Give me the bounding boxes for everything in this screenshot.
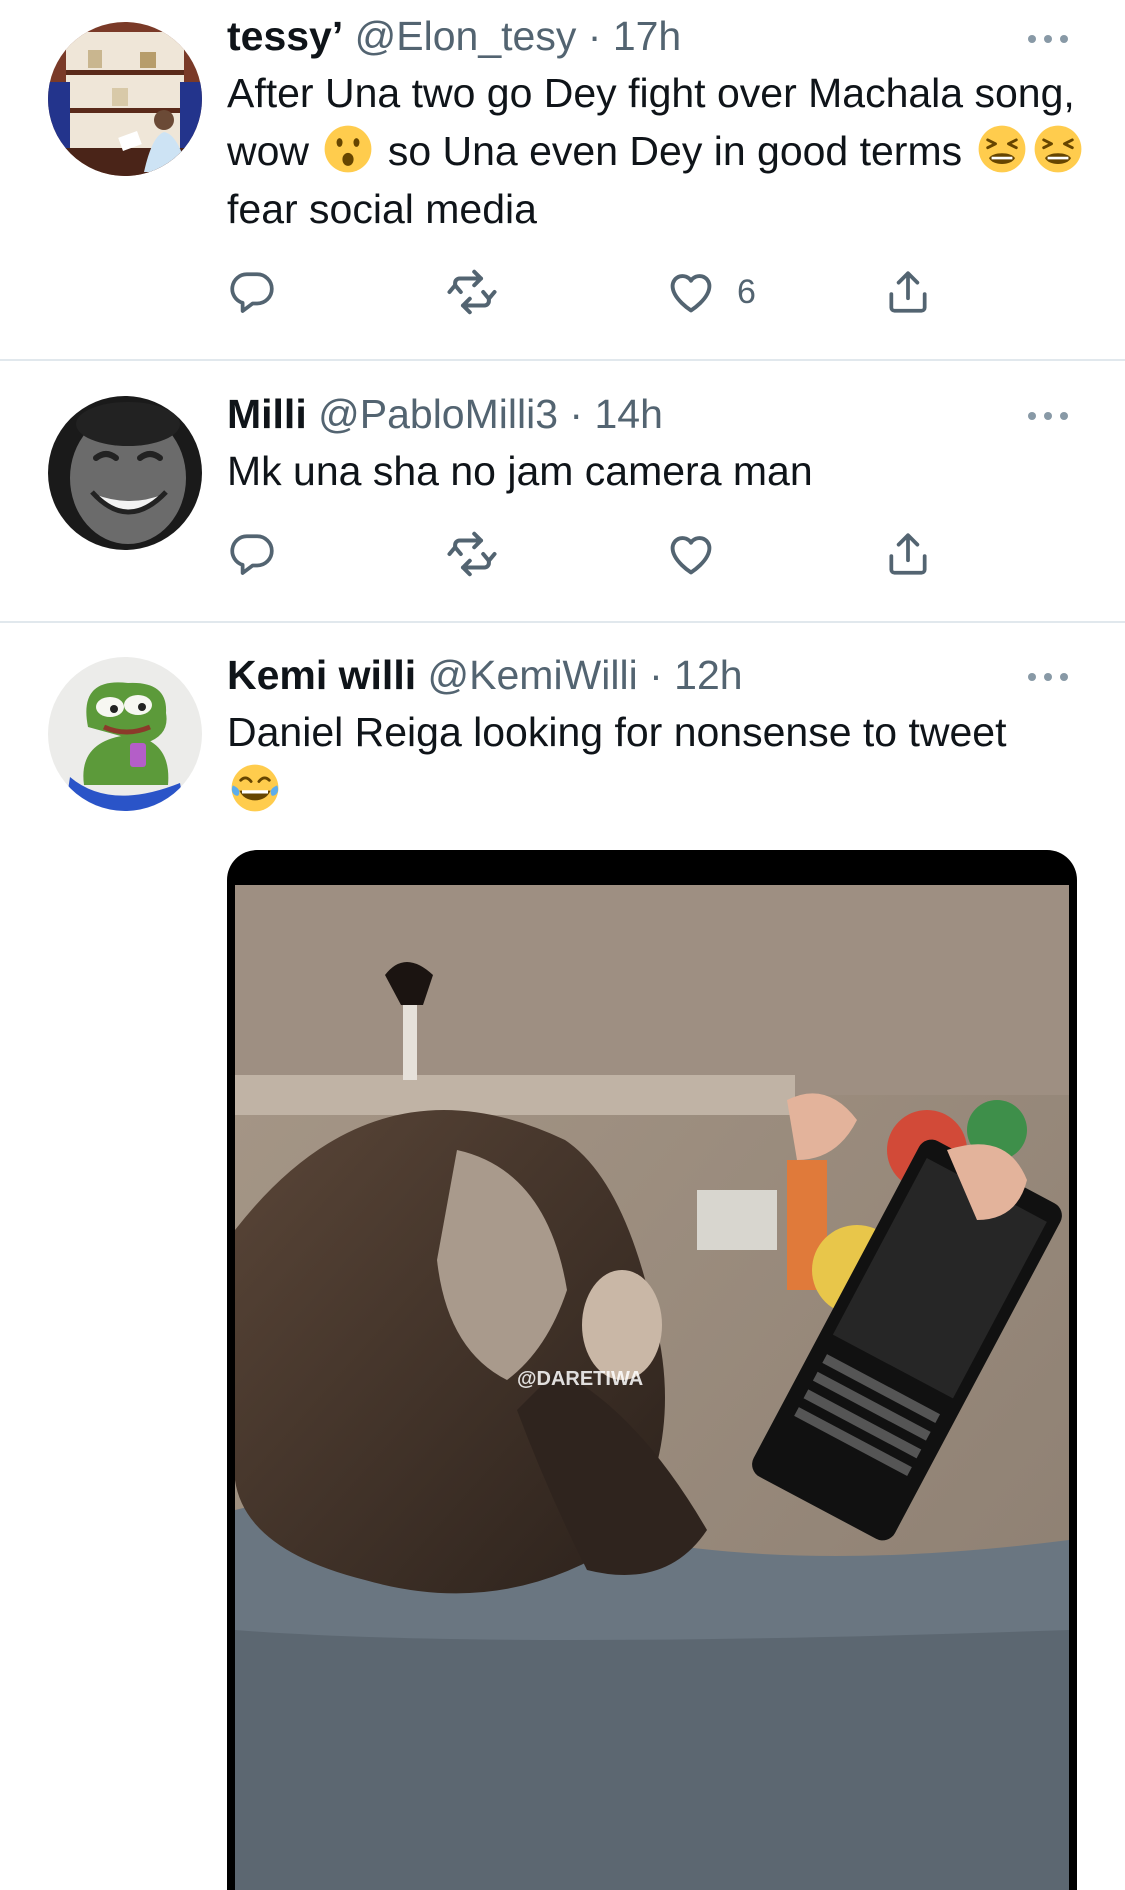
heart-icon — [665, 266, 717, 318]
retweet-button[interactable] — [445, 524, 499, 584]
display-name[interactable]: Milli — [227, 391, 307, 437]
more-icon[interactable] — [1023, 24, 1073, 54]
display-name[interactable]: tessy’ — [227, 13, 343, 59]
tears-of-joy-emoji — [229, 762, 281, 814]
user-handle[interactable]: @PabloMilli3 — [318, 391, 558, 437]
share-icon — [883, 529, 933, 579]
display-name[interactable]: Kemi willi — [227, 652, 416, 698]
reply-button[interactable] — [227, 524, 277, 584]
tweet-text-part: so Una even Dey in good terms — [376, 128, 974, 174]
user-handle[interactable]: @KemiWilli — [428, 652, 638, 698]
avatar-image — [48, 657, 202, 811]
separator-dot: · — [587, 13, 602, 59]
share-icon — [883, 267, 933, 317]
video-frame-image: @DARETIWA — [235, 885, 1069, 1890]
reply-button[interactable] — [227, 262, 277, 322]
separator-dot: · — [569, 391, 584, 437]
hushed-face-emoji — [322, 123, 374, 175]
like-button[interactable]: 6 — [665, 262, 756, 322]
share-button[interactable] — [883, 262, 933, 322]
retweet-icon — [445, 527, 499, 581]
tweet-actions: 6 — [227, 262, 947, 322]
like-button[interactable] — [665, 524, 737, 584]
more-icon[interactable] — [1023, 401, 1073, 431]
tweet-text: After Una two go Dey fight over Machala … — [227, 64, 1097, 238]
tweet-2[interactable]: Milli @PabloMilli3 · 14h Mk una sha no j… — [0, 361, 1125, 621]
share-button[interactable] — [883, 524, 933, 584]
avatar[interactable] — [48, 22, 202, 176]
avatar-image — [48, 22, 202, 176]
tweet-header: tessy’ @Elon_tesy · 17h — [227, 10, 1065, 62]
tweet-1[interactable]: tessy’ @Elon_tesy · 17h After Una two go… — [0, 0, 1125, 360]
avatar[interactable] — [48, 657, 202, 811]
user-handle[interactable]: @Elon_tesy — [355, 13, 577, 59]
tweet-actions — [227, 524, 947, 584]
reply-icon — [227, 267, 277, 317]
like-count: 6 — [737, 272, 756, 311]
timestamp[interactable]: 12h — [674, 652, 742, 698]
tweet-header: Kemi willi @KemiWilli · 12h — [227, 649, 1065, 701]
avatar-image — [48, 396, 202, 550]
timestamp[interactable]: 14h — [594, 391, 662, 437]
retweet-button[interactable] — [445, 262, 499, 322]
tweet-text-part: Daniel Reiga looking for nonsense to twe… — [227, 709, 1007, 755]
timestamp[interactable]: 17h — [613, 13, 681, 59]
retweet-icon — [445, 265, 499, 319]
heart-icon — [665, 528, 717, 580]
reply-icon — [227, 529, 277, 579]
tweet-media-video[interactable]: @DARETIWA — [227, 850, 1077, 1890]
video-watermark: @DARETIWA — [517, 1368, 643, 1390]
more-icon[interactable] — [1023, 662, 1073, 692]
tweet-text-part: fear social media — [227, 186, 537, 232]
tired-face-emoji — [1032, 123, 1084, 175]
separator-dot: · — [649, 652, 663, 698]
tired-face-emoji — [976, 123, 1028, 175]
tweet-header: Milli @PabloMilli3 · 14h — [227, 388, 1065, 440]
tweet-text: Mk una sha no jam camera man — [227, 448, 813, 494]
avatar[interactable] — [48, 396, 202, 550]
tweet-text: Daniel Reiga looking for nonsense to twe… — [227, 703, 1027, 819]
